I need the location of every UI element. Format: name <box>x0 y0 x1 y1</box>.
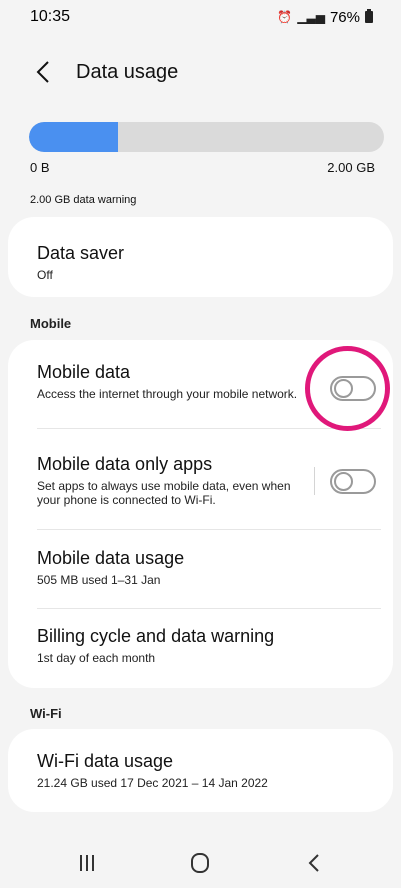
mobile-data-subtitle: Access the internet through your mobile … <box>37 387 298 401</box>
mobile-data-only-apps-toggle-knob <box>334 472 353 491</box>
back-button[interactable] <box>36 57 58 87</box>
mobile-data-only-apps-toggle[interactable] <box>330 469 376 494</box>
usage-used-label: 0 B <box>30 160 50 175</box>
divider <box>37 428 381 429</box>
battery-percent: 76% <box>329 8 360 26</box>
recent-apps-icon <box>79 855 94 871</box>
data-saver-item[interactable]: Data saver Off <box>8 217 393 282</box>
signal-icon: ▁▃▅ <box>297 10 325 24</box>
mobile-data-item[interactable]: Mobile data Access the internet through … <box>8 362 308 401</box>
back-icon <box>308 854 319 872</box>
billing-cycle-subtitle: 1st day of each month <box>37 651 156 665</box>
divider <box>37 529 381 530</box>
divider <box>37 608 381 609</box>
back-chevron-icon <box>36 61 49 83</box>
mobile-data-only-apps-title: Mobile data only apps <box>37 454 213 474</box>
highlight-circle <box>305 346 390 431</box>
status-bar: 10:35 ⏰ ▁▃▅ 76% <box>0 0 401 34</box>
page-title: Data usage <box>76 60 179 83</box>
home-button[interactable] <box>180 843 220 883</box>
data-saver-card: Data saver Off <box>8 217 393 297</box>
status-time: 10:35 <box>30 8 71 25</box>
recent-apps-button[interactable] <box>67 843 107 883</box>
nav-back-button[interactable] <box>294 843 334 883</box>
toggle-separator <box>314 467 315 495</box>
section-wifi: Wi-Fi <box>30 706 62 721</box>
wifi-data-usage-title: Wi-Fi data usage <box>37 751 174 771</box>
billing-cycle-title: Billing cycle and data warning <box>37 626 275 646</box>
battery-icon <box>365 9 373 23</box>
mobile-data-usage-title: Mobile data usage <box>37 548 185 568</box>
billing-cycle-item[interactable]: Billing cycle and data warning 1st day o… <box>8 626 364 665</box>
mobile-data-usage-item[interactable]: Mobile data usage 505 MB used 1–31 Jan <box>8 548 364 587</box>
usage-progress-fill <box>29 122 118 152</box>
data-warning-text: 2.00 GB data warning <box>30 194 137 206</box>
navigation-bar <box>0 838 401 888</box>
usage-limit-label: 2.00 GB <box>327 160 375 175</box>
mobile-data-usage-subtitle: 505 MB used 1–31 Jan <box>37 573 161 587</box>
data-saver-title: Data saver <box>37 243 125 263</box>
status-indicators: ⏰ ▁▃▅ 76% <box>277 9 373 26</box>
alarm-icon: ⏰ <box>277 10 293 24</box>
section-mobile: Mobile <box>30 316 72 331</box>
data-saver-status: Off <box>37 268 53 282</box>
wifi-data-usage-subtitle: 21.24 GB used 17 Dec 2021 – 14 Jan 2022 <box>37 776 268 790</box>
wifi-card: Wi-Fi data usage 21.24 GB used 17 Dec 20… <box>8 729 393 812</box>
app-header: Data usage <box>0 52 401 92</box>
mobile-data-title: Mobile data <box>37 362 131 382</box>
usage-progress-bar <box>29 122 384 152</box>
home-icon <box>191 853 210 873</box>
wifi-data-usage-item[interactable]: Wi-Fi data usage 21.24 GB used 17 Dec 20… <box>8 729 393 790</box>
mobile-data-only-apps-subtitle: Set apps to always use mobile data, even… <box>37 479 291 507</box>
mobile-data-only-apps-item[interactable]: Mobile data only apps Set apps to always… <box>8 454 298 507</box>
